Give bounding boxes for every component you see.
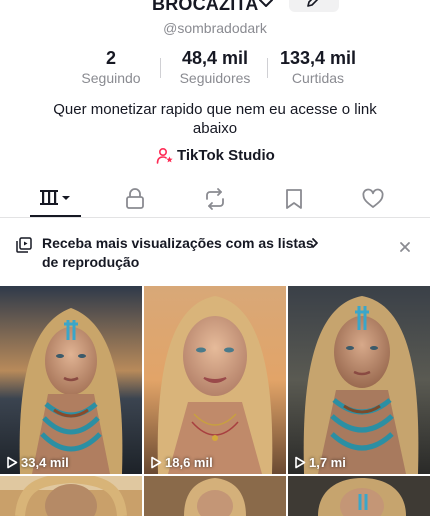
stat-following[interactable]: 2 Seguindo [76,48,146,86]
woman-portrait-image [0,286,142,474]
stat-label: Curtidas [291,70,345,86]
tab-liked[interactable] [333,180,413,218]
view-count-label: 33,4 mil [21,455,69,470]
edit-profile-button[interactable] [289,0,339,12]
pencil-icon [307,0,319,7]
woman-portrait-image [144,286,286,474]
playlist-icon [16,237,32,253]
profile-header: BROCAZITA [0,0,430,20]
stat-label: Seguindo [81,70,141,86]
view-count: 18,6 mil [150,455,213,470]
chevron-down-icon[interactable] [258,0,274,10]
stat-followers[interactable]: 48,4 mil Seguidores [172,48,258,86]
video-thumbnail[interactable] [144,476,286,516]
video-thumbnail[interactable]: 18,6 mil [144,286,286,474]
stat-divider [267,58,268,78]
tab-videos[interactable] [16,180,96,218]
play-outline-icon [295,456,306,469]
promo-text: Receba mais visualizações com as listas … [42,235,314,270]
view-count: 1,7 mi [294,455,346,470]
woman-portrait-image [288,286,430,474]
tiktok-studio-link[interactable]: TikTok Studio [0,146,430,166]
video-thumbnail[interactable] [0,476,142,516]
video-thumbnail[interactable]: 1,7 mi [288,286,430,474]
tab-favorites[interactable] [254,180,334,218]
lock-icon [126,188,144,209]
play-outline-icon [151,456,162,469]
active-tab-indicator [30,215,81,217]
video-thumbnail[interactable]: 33,4 mil [0,286,142,474]
stat-value: 48,4 mil [181,48,249,68]
profile-tabs [0,180,430,218]
stat-value: 2 [105,48,116,68]
woman-portrait-image [144,476,286,516]
tab-reposts[interactable] [175,180,255,218]
video-thumbnail[interactable] [288,476,430,516]
studio-label: TikTok Studio [177,147,275,164]
profile-display-name[interactable]: BROCAZITA [152,0,258,15]
woman-portrait-image [0,476,142,516]
play-outline-icon [7,456,18,469]
woman-portrait-image [288,476,430,516]
close-icon[interactable] [399,241,411,253]
bookmark-icon [286,189,302,209]
profile-stats: 2 Seguindo 48,4 mil Seguidores 133,4 mil… [0,48,430,88]
profile-handle: @sombradodark [163,20,267,36]
profile-bio: Quer monetizar rapido que nem eu acesse … [53,101,377,137]
tab-private[interactable] [96,180,176,218]
stat-likes[interactable]: 133,4 mil Curtidas [272,48,364,86]
view-count: 33,4 mil [6,455,69,470]
person-star-icon [156,147,173,164]
stat-value: 133,4 mil [279,48,357,68]
playlist-promo-banner[interactable]: Receba mais visualizações com as listas … [0,234,430,274]
stat-label: Seguidores [179,70,251,86]
videos-grid-icon [40,190,70,205]
view-count-label: 1,7 mi [309,455,346,470]
repost-icon [206,188,224,210]
view-count-label: 18,6 mil [165,455,213,470]
stat-divider [160,58,161,78]
heart-icon [362,188,384,208]
chevron-right-icon [312,238,318,248]
